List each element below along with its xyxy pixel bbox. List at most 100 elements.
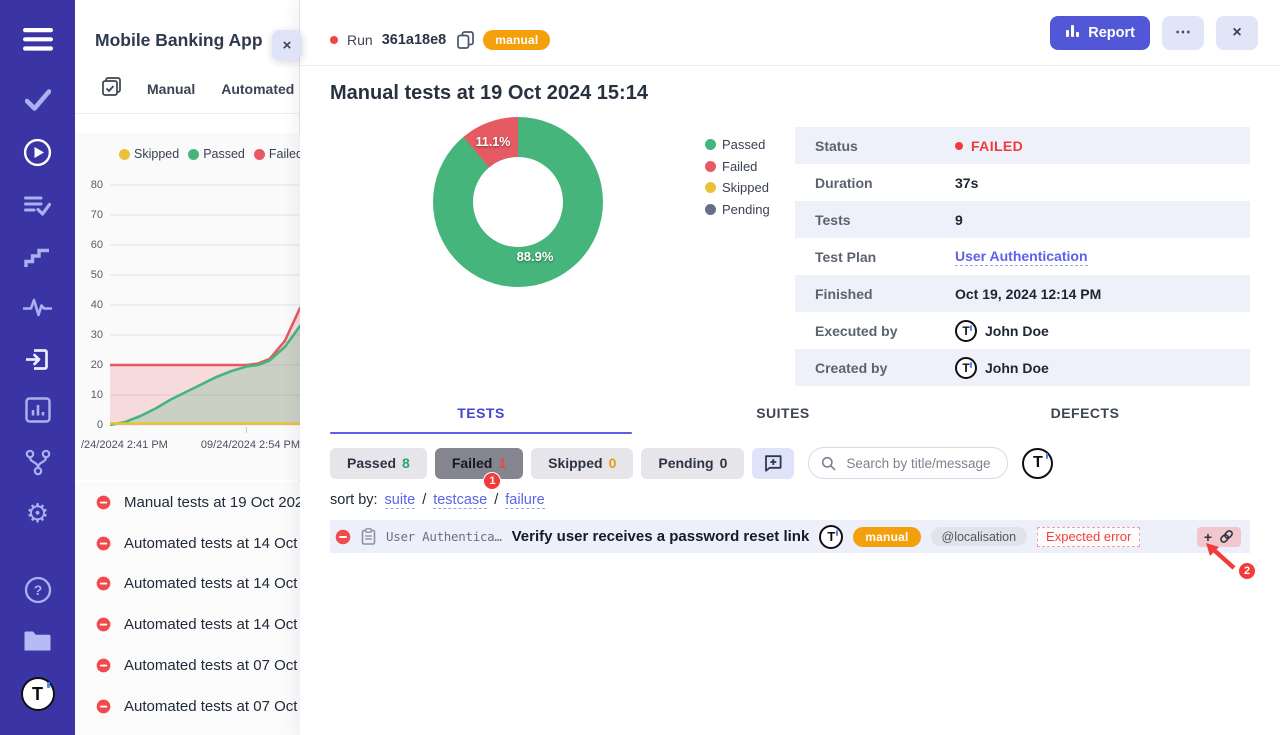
error-message[interactable]: Expected error	[1037, 527, 1140, 547]
help-question-icon[interactable]: ?	[0, 576, 75, 604]
y-tick-label: 40	[75, 298, 103, 328]
donut-legend-item: Passed	[705, 134, 770, 156]
run-list-item[interactable]: Manual tests at 19 Oct 2024	[75, 482, 300, 523]
active-tab-underline	[330, 432, 632, 435]
sort-separator: /	[494, 492, 498, 509]
run-actions: Report ⋯ ×	[1050, 16, 1258, 50]
add-comment-button[interactable]	[752, 448, 794, 479]
run-list-item[interactable]: Automated tests at 07 Oct 2	[75, 686, 300, 727]
filter-passed-button[interactable]: Passed8	[330, 448, 427, 479]
donut-legend-label: Passed	[722, 137, 765, 152]
menu-hamburger-icon[interactable]	[0, 28, 75, 51]
run-type-badge: manual	[483, 30, 550, 50]
test-title[interactable]: Verify user receives a password reset li…	[512, 528, 810, 545]
filter-skipped-button[interactable]: Skipped0	[531, 448, 633, 479]
tab-manual[interactable]: Manual	[147, 81, 195, 97]
failed-minus-icon	[96, 495, 111, 510]
summary-value: 9	[955, 212, 963, 228]
user-avatar	[955, 357, 977, 379]
y-tick-label: 50	[75, 268, 103, 298]
legend-dot-icon	[188, 149, 199, 160]
summary-label: Test Plan	[795, 249, 955, 265]
git-branch-icon[interactable]	[0, 449, 75, 476]
filter-failed-button[interactable]: Failed11	[435, 448, 523, 479]
trend-legend: SkippedPassedFailed	[75, 133, 300, 161]
project-header: Mobile Banking App	[75, 0, 299, 51]
more-options-button[interactable]: ⋯	[1162, 16, 1204, 50]
x-axis-tick	[246, 427, 247, 433]
filter-label: Pending	[658, 455, 713, 471]
run-list-item[interactable]: Automated tests at 14 Oct 2	[75, 564, 300, 605]
filter-buttons: Passed8 Failed11 Skipped0 Pending 0	[330, 448, 744, 479]
user-avatar[interactable]	[1022, 448, 1053, 479]
sort-separator: /	[422, 492, 426, 509]
failed-dot-icon	[955, 142, 963, 150]
search-input[interactable]	[844, 455, 995, 472]
milestones-stairs-icon[interactable]	[0, 244, 75, 269]
donut-legend-label: Pending	[722, 202, 770, 217]
sort-options: suite / testcase / failure	[385, 492, 545, 509]
tab-suites[interactable]: SUITES	[632, 405, 934, 434]
run-info: Run 361a18e8 manual	[330, 30, 550, 50]
test-type-badge: manual	[853, 527, 920, 547]
summary-label: Status	[795, 138, 955, 154]
search-icon	[821, 456, 836, 471]
donut-passed-label: 88.9%	[500, 249, 570, 264]
trend-legend-label: Failed	[269, 147, 303, 161]
donut-legend-label: Failed	[722, 159, 757, 174]
runs-trend-chart: SkippedPassedFailed 80706050403020100 /2…	[75, 133, 300, 480]
run-list-item[interactable]: Automated tests at 14 Oct 2	[75, 523, 300, 564]
close-run-button[interactable]: ×	[1216, 16, 1258, 50]
runs-play-icon[interactable]	[0, 138, 75, 167]
annotation-arrow	[1202, 541, 1238, 571]
annotation-step-1: 1	[483, 472, 501, 490]
sort-by-testcase[interactable]: testcase	[433, 492, 487, 509]
plans-list-check-icon[interactable]	[0, 193, 75, 217]
y-tick-label: 20	[75, 358, 103, 388]
import-login-icon[interactable]	[0, 346, 75, 373]
sort-by-suite[interactable]: suite	[385, 492, 416, 509]
donut-failed-label: 11.1%	[458, 135, 528, 149]
failed-minus-icon	[335, 529, 351, 545]
svg-text:?: ?	[33, 582, 42, 598]
tab-automated[interactable]: Automated	[221, 81, 294, 97]
annotation-step-2: 2	[1238, 562, 1256, 580]
report-button[interactable]: Report	[1050, 16, 1150, 50]
run-list-item[interactable]: Automated tests at 14 Oct 2	[75, 604, 300, 645]
select-all-icon[interactable]	[102, 77, 121, 101]
search-box[interactable]	[808, 447, 1008, 479]
legend-dot-icon	[705, 139, 716, 150]
tab-label: TESTS	[457, 405, 505, 421]
filter-pending-button[interactable]: Pending 0	[641, 448, 744, 479]
tab-defects[interactable]: DEFECTS	[934, 405, 1236, 434]
test-result-row[interactable]: User Authentica… Verify user receives a …	[330, 520, 1250, 553]
project-title: Mobile Banking App	[95, 30, 263, 50]
filter-count: 0	[720, 455, 728, 471]
assignee-avatar	[819, 525, 843, 549]
filter-count: 8	[402, 455, 410, 471]
clipboard-icon	[361, 528, 376, 545]
filter-label: Failed	[452, 455, 492, 471]
run-id: 361a18e8	[382, 32, 447, 48]
analytics-bar-chart-icon[interactable]	[0, 397, 75, 423]
pulse-activity-icon[interactable]	[0, 297, 75, 318]
trend-legend-item: Skipped	[119, 147, 179, 161]
y-tick-label: 10	[75, 388, 103, 418]
summary-label: Executed by	[795, 323, 955, 339]
run-list-item[interactable]: Automated tests at 07 Oct 2	[75, 645, 300, 686]
donut-legend-item: Failed	[705, 156, 770, 178]
run-overview: 11.1% 88.9% PassedFailedSkippedPending S…	[300, 105, 1280, 405]
suite-name[interactable]: User Authentica…	[386, 529, 502, 544]
failed-minus-icon	[96, 576, 111, 591]
projects-folder-icon[interactable]	[0, 629, 75, 653]
account-logo-avatar[interactable]	[0, 677, 75, 711]
tab-tests[interactable]: TESTS	[330, 405, 632, 434]
settings-gear-icon[interactable]: ⚙	[0, 500, 75, 526]
close-project-panel-button[interactable]: ×	[272, 30, 302, 60]
test-plan-link[interactable]: User Authentication	[955, 248, 1088, 266]
test-tag[interactable]: @localisation	[931, 527, 1028, 546]
y-tick-label: 70	[75, 208, 103, 238]
copy-icon[interactable]	[457, 31, 474, 49]
sort-by-failure[interactable]: failure	[505, 492, 545, 509]
tests-check-icon[interactable]	[0, 89, 75, 111]
